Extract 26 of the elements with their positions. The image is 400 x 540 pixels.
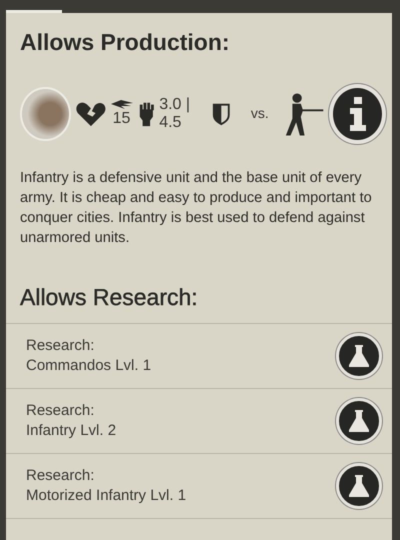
research-name: Infantry Lvl. 2 <box>26 421 116 441</box>
info-icon <box>348 97 368 131</box>
attack-value: 4.5 <box>159 114 182 132</box>
research-row[interactable]: Research: Commandos Lvl. 1 <box>6 323 392 388</box>
flask-icon <box>349 410 369 432</box>
info-button[interactable] <box>329 84 386 144</box>
research-button[interactable] <box>336 463 382 509</box>
research-label: Research: <box>26 336 96 356</box>
flask-icon <box>349 345 369 367</box>
attack-value: 3.0 | <box>159 96 190 114</box>
research-name: Motorized Infantry Lvl. 1 <box>26 486 186 506</box>
section-title: Allows Production: <box>19 28 231 56</box>
research-name: Commandos Lvl. 1 <box>26 356 152 376</box>
research-button[interactable] <box>336 333 382 379</box>
speed-value: 15 <box>112 110 130 128</box>
unit-description: Infantry is a defensive unit and the base unit of every army. It is cheap and easy to produce and important to conquer cities. Infantry is best used to defend against unarmored units. <box>20 169 373 248</box>
research-button[interactable] <box>336 398 382 444</box>
shield-icon <box>211 101 232 127</box>
section-title: Allows Research: <box>19 283 199 312</box>
research-row[interactable]: Research: Motorized Infantry Lvl. 1 <box>6 453 392 518</box>
versus-label: vs. <box>250 106 269 122</box>
flask-icon <box>349 475 369 497</box>
research-label: Research: <box>26 401 96 421</box>
research-row[interactable]: Research: Infantry Lvl. 2 <box>6 388 392 453</box>
research-label: Research: <box>26 466 96 486</box>
wing-icon <box>110 100 133 110</box>
